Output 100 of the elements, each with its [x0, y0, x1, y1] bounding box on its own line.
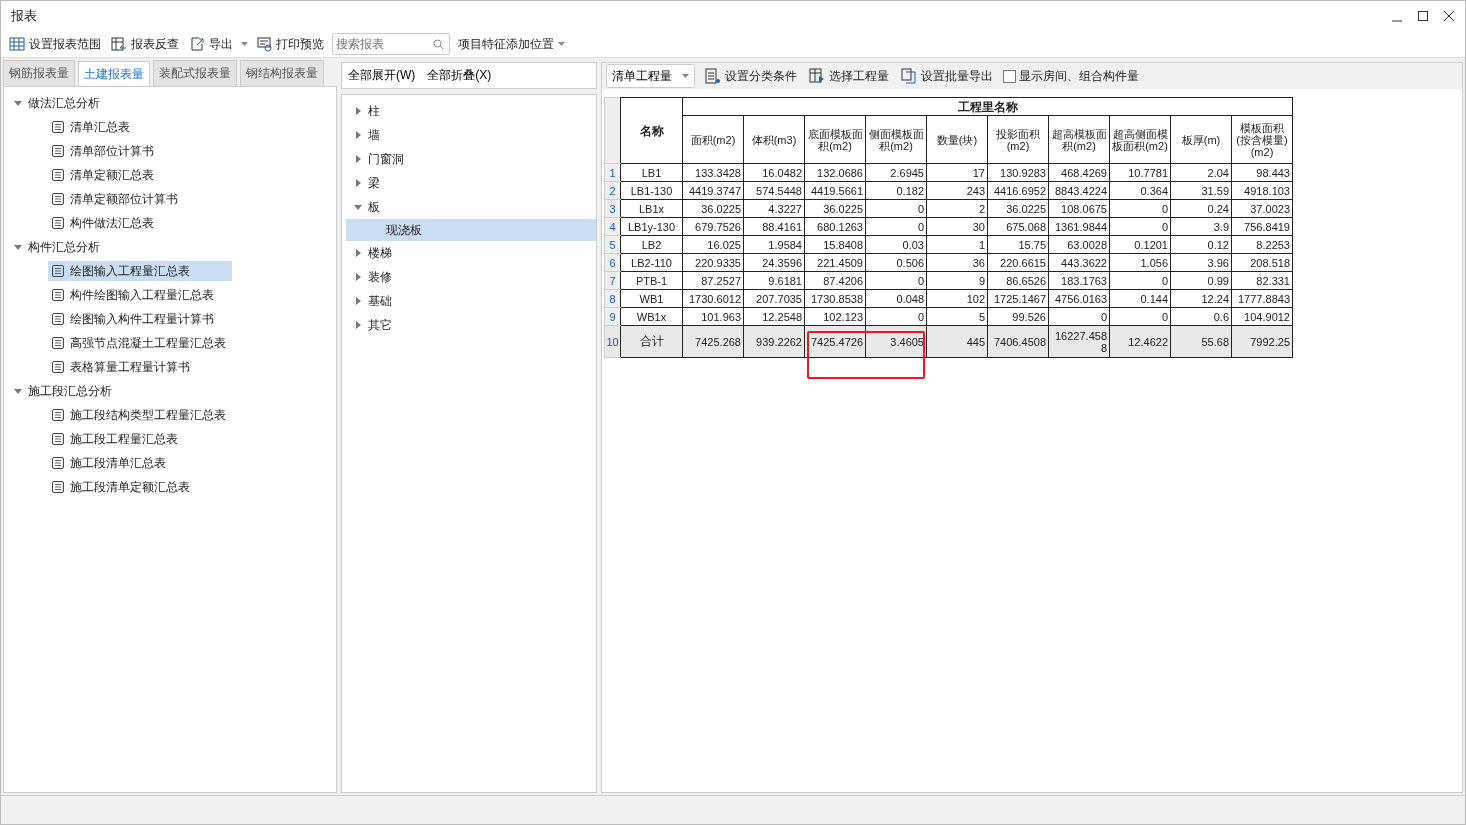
report-item[interactable]: 施工段结构类型工程量汇总表: [48, 405, 232, 425]
tree-toggle-button[interactable]: 全部展开(W): [348, 67, 416, 84]
report-item[interactable]: 绘图输入构件工程量计算书: [48, 309, 232, 329]
category-item[interactable]: 板: [368, 198, 380, 216]
report-item[interactable]: 施工段工程量汇总表: [48, 429, 232, 449]
report-item[interactable]: 构件做法汇总表: [48, 213, 232, 233]
table-cell: 108.0675: [1048, 199, 1110, 218]
table-cell: 3.96: [1170, 253, 1232, 272]
column-header: 超高侧面模板面积(m2): [1109, 115, 1171, 164]
table-cell: 221.4509: [804, 253, 866, 272]
tab[interactable]: 钢筋报表量: [3, 60, 75, 86]
report-item[interactable]: 清单部位计算书: [48, 141, 232, 161]
search-field[interactable]: 搜索报表: [332, 33, 450, 55]
toolbar-button[interactable]: 选择工程量: [807, 65, 891, 87]
table-cell: 1.056: [1109, 253, 1171, 272]
table-cell: 207.7035: [743, 289, 805, 308]
report-item[interactable]: 清单定额部位计算书: [48, 189, 232, 209]
category-item[interactable]: 柱: [368, 102, 380, 120]
column-header: 板厚(m): [1170, 115, 1232, 164]
toolbar-button[interactable]: 设置分类条件: [703, 65, 799, 87]
table-cell: 0.99: [1170, 271, 1232, 290]
table-cell: 0: [1109, 271, 1171, 290]
table-cell: 1777.8843: [1231, 289, 1293, 308]
table-cell: 30: [926, 217, 988, 236]
table-cell: 86.6526: [987, 271, 1049, 290]
table-cell: LB1-130: [620, 181, 683, 200]
column-header: 体积(m3): [743, 115, 805, 164]
table-cell: 12.2548: [743, 307, 805, 326]
report-item[interactable]: 表格算量工程量计算书: [48, 357, 232, 377]
category-item[interactable]: 梁: [368, 174, 380, 192]
table-cell: 0: [1048, 307, 1110, 326]
toolbar-button[interactable]: 设置报表范围: [7, 33, 103, 55]
column-header: 侧面模板面积(m2): [865, 115, 927, 164]
table-cell: LB1: [620, 163, 683, 182]
report-item[interactable]: 构件绘图输入工程量汇总表: [48, 285, 232, 305]
category-item[interactable]: 楼梯: [368, 244, 392, 262]
tree-group[interactable]: 构件汇总分析: [28, 238, 100, 256]
table-cell: 0: [865, 217, 927, 236]
table-cell: 15.75: [987, 235, 1049, 254]
table-cell: 17: [926, 163, 988, 182]
tab[interactable]: 钢结构报表量: [240, 60, 324, 86]
table-cell: 63.0028: [1048, 235, 1110, 254]
table-cell: 0.048: [865, 289, 927, 308]
position-dropdown[interactable]: 项目特征添加位置: [456, 33, 567, 55]
table-cell: 5: [926, 307, 988, 326]
table-cell: 243: [926, 181, 988, 200]
table-cell: 8843.4224: [1048, 181, 1110, 200]
tab[interactable]: 装配式报表量: [153, 60, 237, 86]
report-item[interactable]: 施工段清单汇总表: [48, 453, 232, 473]
report-item[interactable]: 绘图输入工程量汇总表: [48, 261, 232, 281]
table-cell: 101.963: [682, 307, 744, 326]
table-cell: 679.7526: [682, 217, 744, 236]
category-item[interactable]: 基础: [368, 292, 392, 310]
toolbar-button[interactable]: 导出: [187, 33, 235, 55]
table-cell: 183.1763: [1048, 271, 1110, 290]
tree-group[interactable]: 做法汇总分析: [28, 94, 100, 112]
report-item[interactable]: 清单定额汇总表: [48, 165, 232, 185]
table-cell: 88.4161: [743, 217, 805, 236]
table-cell: 16.025: [682, 235, 744, 254]
table-cell: 3.9: [1170, 217, 1232, 236]
table-cell: 合计: [620, 325, 683, 358]
table-cell: 1.9584: [743, 235, 805, 254]
table-cell: 55.68: [1170, 325, 1232, 358]
table-cell: 87.2527: [682, 271, 744, 290]
table-cell: 8.2253: [1231, 235, 1293, 254]
report-item[interactable]: 清单汇总表: [48, 117, 232, 137]
table-cell: 0.03: [865, 235, 927, 254]
column-header: 模板面积(按含模量)(m2): [1231, 115, 1293, 164]
toolbar-button[interactable]: 设置批量导出: [899, 65, 995, 87]
report-item[interactable]: 施工段清单定额汇总表: [48, 477, 232, 497]
table-cell: 0.144: [1109, 289, 1171, 308]
table-cell: 0: [865, 199, 927, 218]
table-cell: 1725.1467: [987, 289, 1049, 308]
tree-toggle-button[interactable]: 全部折叠(X): [427, 67, 492, 84]
category-item[interactable]: 装修: [368, 268, 392, 286]
toolbar-button[interactable]: 打印预览: [254, 33, 326, 55]
table-cell: 4918.103: [1231, 181, 1293, 200]
table-cell: PTB-1: [620, 271, 683, 290]
table-cell: 31.59: [1170, 181, 1232, 200]
table-cell: 680.1263: [804, 217, 866, 236]
tree-group[interactable]: 施工段汇总分析: [28, 382, 112, 400]
quantity-dropdown[interactable]: 清单工程量: [606, 64, 695, 88]
column-header: 投影面积(m2): [987, 115, 1049, 164]
table-cell: 7406.4508: [987, 325, 1049, 358]
table-cell: 0: [1109, 217, 1171, 236]
category-item[interactable]: 墙: [368, 126, 380, 144]
table-cell: 36.0225: [682, 199, 744, 218]
column-header: 底面模板面积(m2): [804, 115, 866, 164]
checkbox-label: 显示房间、组合构件量: [1019, 67, 1139, 85]
subcategory-item[interactable]: 现浇板: [346, 219, 596, 241]
table-cell: 4416.6952: [987, 181, 1049, 200]
table-cell: 15.8408: [804, 235, 866, 254]
table-cell: 12.4622: [1109, 325, 1171, 358]
category-item[interactable]: 门窗洞: [368, 150, 404, 168]
toolbar-button[interactable]: 报表反查: [109, 33, 181, 55]
report-item[interactable]: 高强节点混凝土工程量汇总表: [48, 333, 232, 353]
table-cell: 16.0482: [743, 163, 805, 182]
column-header: 面积(m2): [682, 115, 744, 164]
tab[interactable]: 土建报表量: [78, 61, 150, 86]
category-item[interactable]: 其它: [368, 316, 392, 334]
